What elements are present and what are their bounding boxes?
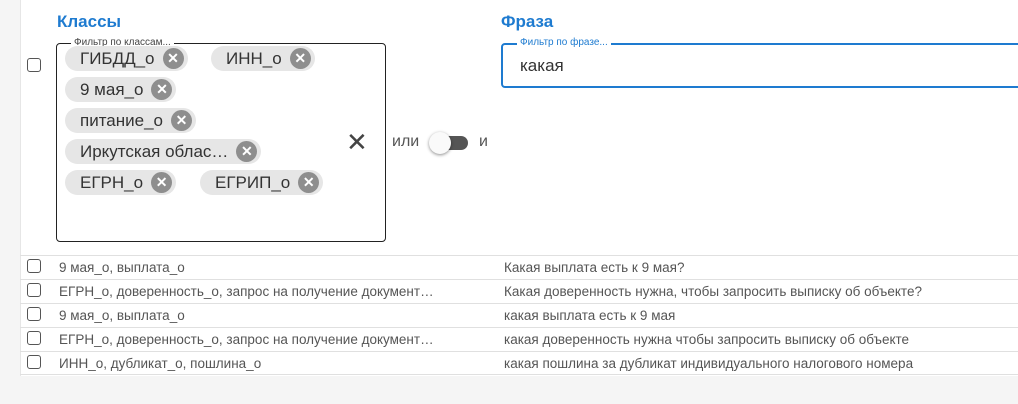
classes-column-title: Классы xyxy=(57,12,122,31)
x-circle-icon[interactable]: ✕ xyxy=(289,48,311,69)
table-row[interactable]: ЕГРН_о, доверенность_о, запрос на получе… xyxy=(20,279,1018,303)
chip-label: Иркутская облас… xyxy=(80,141,229,161)
row-classes: ЕГРН_о, доверенность_о, запрос на получе… xyxy=(59,284,434,299)
table-footer-area xyxy=(20,376,1018,404)
row-phrase: какая доверенность нужна чтобы запросить… xyxy=(504,332,910,347)
class-chip: ИНН_о ✕ xyxy=(211,46,315,71)
row-phrase: Какая доверенность нужна, чтобы запросит… xyxy=(504,284,922,299)
row-checkbox[interactable] xyxy=(27,259,41,273)
chip-label: ГИБДД_о xyxy=(80,48,155,68)
class-chip: ГИБДД_о ✕ xyxy=(65,46,188,71)
row-checkbox[interactable] xyxy=(27,355,41,369)
row-classes: ИНН_о, дубликат_о, пошлина_о xyxy=(59,356,262,371)
row-phrase: какая выплата есть к 9 мая xyxy=(504,308,676,323)
table-row[interactable]: 9 мая_о, выплата_о Какая выплата есть к … xyxy=(20,255,1018,279)
or-label: или xyxy=(392,133,420,150)
class-chip: ЕГРН_о ✕ xyxy=(65,170,177,195)
row-checkbox[interactable] xyxy=(27,307,41,321)
x-circle-icon[interactable]: ✕ xyxy=(162,48,184,69)
x-circle-icon[interactable]: ✕ xyxy=(171,110,192,131)
row-phrase: какая пошлина за дубликат индивидуальног… xyxy=(504,356,914,371)
and-label: и xyxy=(479,133,488,150)
row-checkbox[interactable] xyxy=(27,331,41,345)
results-table: 9 мая_о, выплата_о Какая выплата есть к … xyxy=(20,255,1018,375)
phrase-filter-input[interactable] xyxy=(520,56,1000,76)
table-row[interactable]: ЕГРН_о, доверенность_о, запрос на получе… xyxy=(20,327,1018,351)
chip-label: 9 мая_о xyxy=(80,79,144,99)
phrase-column-title: Фраза xyxy=(501,12,554,31)
class-chip: 9 мая_о ✕ xyxy=(65,77,177,102)
toggle-knob[interactable] xyxy=(429,132,451,154)
phrase-filter-placeholder: Фильтр по фразе... xyxy=(517,36,611,50)
table-row[interactable]: ИНН_о, дубликат_о, пошлина_о какая пошли… xyxy=(20,351,1018,375)
chip-label: питание_о xyxy=(80,110,163,130)
chip-label: ЕГРН_о xyxy=(80,172,144,192)
table-row[interactable]: 9 мая_о, выплата_о какая выплата есть к … xyxy=(20,303,1018,327)
row-classes: ЕГРН_о, доверенность_о, запрос на получе… xyxy=(59,332,434,347)
row-phrase: Какая выплата есть к 9 мая? xyxy=(504,260,685,275)
chip-label: ИНН_о xyxy=(226,48,282,68)
x-circle-icon[interactable]: ✕ xyxy=(151,79,173,100)
x-circle-icon[interactable]: ✕ xyxy=(236,141,258,162)
close-icon[interactable]: ✕ xyxy=(346,129,368,155)
class-chip: ЕГРИП_о ✕ xyxy=(200,170,324,195)
row-checkbox[interactable] xyxy=(27,283,41,297)
logic-toggle-switch[interactable] xyxy=(429,132,468,154)
select-all-checkbox[interactable] xyxy=(27,58,41,72)
phrase-filter-field: Фильтр по фразе... xyxy=(501,36,1018,88)
chip-label: ЕГРИП_о xyxy=(215,172,291,192)
class-chip: питание_о ✕ xyxy=(65,108,196,133)
x-circle-icon[interactable]: ✕ xyxy=(298,172,320,193)
class-filter-field[interactable]: Фильтр по классам... ГИБДД_о ✕ ИНН_о ✕ 9… xyxy=(56,36,386,242)
class-chip: Иркутская облас… ✕ xyxy=(65,139,262,164)
row-classes: 9 мая_о, выплата_о xyxy=(59,260,185,275)
left-gutter xyxy=(0,0,21,404)
row-classes: 9 мая_о, выплата_о xyxy=(59,308,185,323)
x-circle-icon[interactable]: ✕ xyxy=(151,172,173,193)
